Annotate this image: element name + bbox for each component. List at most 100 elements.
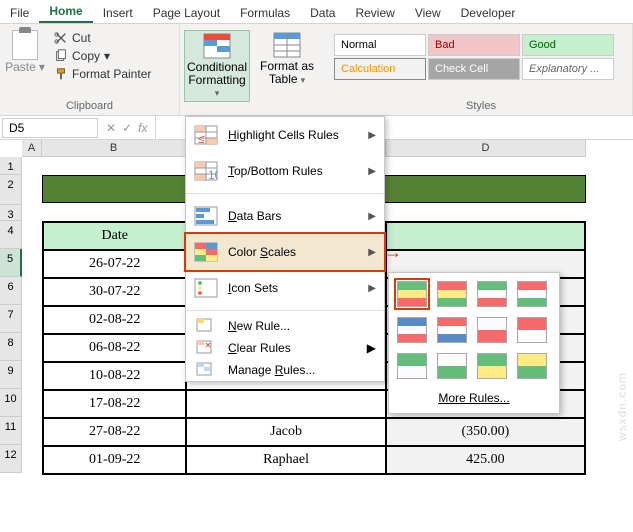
menu-label: con Sets (231, 281, 278, 295)
col-header-d[interactable]: D (386, 140, 586, 157)
menu-label: lear Rules (237, 341, 291, 355)
color-scale-swatch[interactable] (477, 353, 507, 379)
chevron-right-icon: ▶ (368, 247, 376, 258)
header-date[interactable]: Date (43, 222, 186, 250)
color-scale-swatch[interactable] (477, 317, 507, 343)
style-good[interactable]: Good (522, 34, 614, 56)
conditional-formatting-button[interactable]: ConditionalFormatting ▾ (184, 30, 250, 102)
cell[interactable]: 02-08-22 (43, 306, 186, 334)
tab-file[interactable]: File (0, 2, 39, 23)
fx-icon[interactable]: fx (138, 121, 147, 135)
menu-icon-sets[interactable]: Icon Sets ▶ (186, 270, 384, 306)
cut-button[interactable]: Cut (50, 30, 155, 46)
row-header[interactable]: 8 (0, 333, 22, 361)
new-rule-icon (196, 318, 212, 332)
menu-label: ata Bars (237, 209, 282, 223)
row-header[interactable]: 3 (0, 205, 22, 221)
scissors-icon (54, 31, 68, 45)
row-header[interactable]: 5 (0, 249, 22, 277)
color-scale-swatch[interactable] (437, 317, 467, 343)
row-header[interactable]: 2 (0, 175, 22, 205)
watermark: wsxdn.com (615, 372, 629, 441)
conditional-formatting-menu: ≤ Highlight Cells Rules ▶ 10 Top/Bottom … (185, 116, 385, 382)
callout-arrow-icon: → (384, 242, 402, 263)
menu-manage-rules[interactable]: Manage Rules... (186, 359, 384, 381)
paste-button[interactable]: Paste ▾ (4, 30, 46, 74)
manage-rules-icon (196, 362, 212, 376)
style-explanatory[interactable]: Explanatory ... (522, 58, 614, 80)
style-check-cell[interactable]: Check Cell (428, 58, 520, 80)
copy-button[interactable]: Copy ▾ (50, 48, 155, 64)
cell[interactable]: (350.00) (386, 418, 585, 446)
menu-label: ew Rule... (237, 319, 290, 333)
format-as-table-button[interactable]: Format asTable ▾ (254, 30, 320, 88)
cell[interactable]: 26-07-22 (43, 250, 186, 278)
row-header[interactable]: 12 (0, 445, 22, 473)
menu-color-scales[interactable]: Color Scales ▶ → (184, 232, 386, 272)
tab-data[interactable]: Data (300, 2, 345, 23)
chevron-right-icon: ▶ (368, 211, 376, 222)
row-header[interactable]: 6 (0, 277, 22, 305)
color-scale-swatch[interactable] (517, 281, 547, 307)
menu-new-rule[interactable]: New Rule... (186, 315, 384, 337)
col-header-a[interactable]: A (22, 140, 42, 157)
color-scale-swatch[interactable] (397, 317, 427, 343)
name-box[interactable]: D5 (2, 118, 98, 138)
menu-highlight-cells[interactable]: ≤ Highlight Cells Rules ▶ (186, 117, 384, 153)
menu-top-bottom[interactable]: 10 Top/Bottom Rules ▶ (186, 153, 384, 189)
color-scale-swatch[interactable] (477, 281, 507, 307)
tab-page-layout[interactable]: Page Layout (143, 2, 230, 23)
col-header-b[interactable]: B (42, 140, 186, 157)
styles-group-label: Styles (334, 98, 628, 115)
color-scale-swatch[interactable] (517, 353, 547, 379)
header-d[interactable] (386, 222, 585, 250)
group-clipboard: Paste ▾ Cut Copy ▾ Format Painter Clipbo… (0, 24, 180, 115)
cell[interactable]: 30-07-22 (43, 278, 186, 306)
row-header[interactable]: 4 (0, 221, 22, 249)
clear-rules-icon (196, 340, 212, 354)
menu-data-bars[interactable]: Data Bars ▶ (186, 198, 384, 234)
copy-icon (54, 49, 68, 63)
more-rules-link[interactable]: More Rules... (397, 391, 551, 405)
row-header[interactable]: 9 (0, 361, 22, 389)
tab-formulas[interactable]: Formulas (230, 2, 300, 23)
tab-home[interactable]: Home (39, 0, 92, 23)
color-scales-icon (194, 242, 218, 262)
row-header[interactable]: 7 (0, 305, 22, 333)
cell[interactable]: 10-08-22 (43, 362, 186, 390)
chevron-right-icon: ▶ (368, 130, 376, 141)
data-bars-icon (194, 206, 218, 226)
row-header[interactable]: 1 (0, 157, 22, 175)
row-header[interactable]: 10 (0, 389, 22, 417)
tab-developer[interactable]: Developer (451, 2, 526, 23)
icon-sets-icon (194, 278, 218, 298)
color-scale-swatch[interactable] (437, 353, 467, 379)
tab-insert[interactable]: Insert (93, 2, 143, 23)
menu-label: op/Bottom Rules (234, 164, 323, 178)
style-calculation[interactable]: Calculation (334, 58, 426, 80)
tab-review[interactable]: Review (345, 2, 404, 23)
clipboard-group-label: Clipboard (4, 98, 175, 115)
cell[interactable]: 17-08-22 (43, 390, 186, 418)
menu-clear-rules[interactable]: Clear Rules ▶ (186, 337, 384, 359)
cell[interactable]: 01-09-22 (43, 446, 186, 474)
style-bad[interactable]: Bad (428, 34, 520, 56)
color-scale-swatch[interactable] (517, 317, 547, 343)
cell[interactable] (186, 390, 385, 418)
row-header[interactable]: 11 (0, 417, 22, 445)
tab-view[interactable]: View (405, 2, 451, 23)
cell[interactable]: 425.00 (386, 446, 585, 474)
format-painter-label: Format Painter (72, 67, 151, 81)
cell[interactable]: Jacob (186, 418, 385, 446)
format-painter-button[interactable]: Format Painter (50, 66, 155, 82)
cell[interactable]: 06-08-22 (43, 334, 186, 362)
color-scale-swatch[interactable] (397, 353, 427, 379)
color-scale-swatch[interactable] (397, 281, 427, 307)
chevron-right-icon: ▶ (368, 283, 376, 294)
cell[interactable]: 27-08-22 (43, 418, 186, 446)
highlight-cells-icon: ≤ (194, 125, 218, 145)
style-normal[interactable]: Normal (334, 34, 426, 56)
color-scale-swatch[interactable] (437, 281, 467, 307)
cell[interactable]: Raphael (186, 446, 385, 474)
menu-label: ighlight Cells Rules (237, 128, 339, 142)
